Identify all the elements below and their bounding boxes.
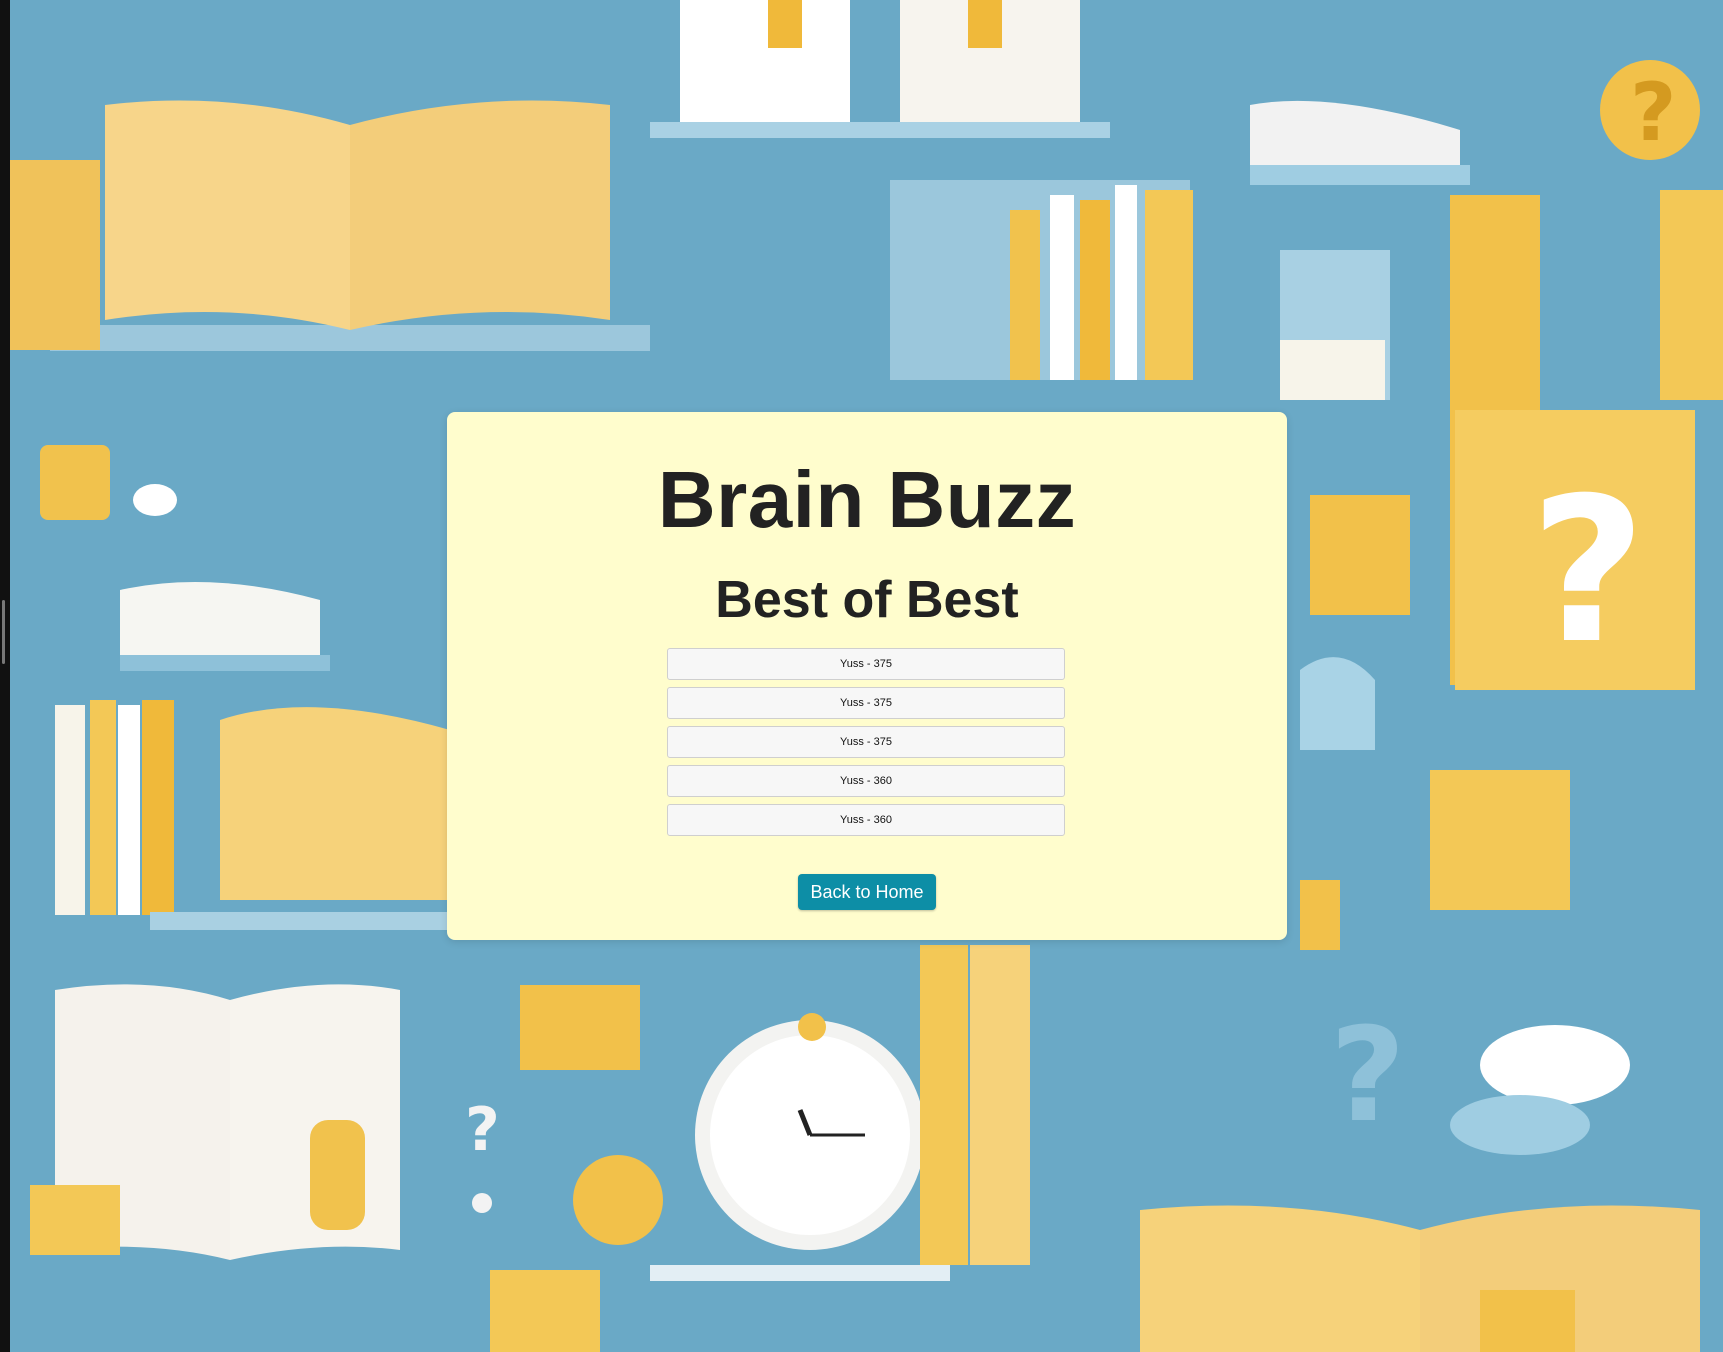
resize-handle[interactable] [2,600,5,664]
score-entry: Yuss - 375 [667,648,1065,680]
svg-text:?: ? [1330,999,1405,1151]
score-entry: Yuss - 375 [667,726,1065,758]
score-entry: Yuss - 360 [667,804,1065,836]
svg-text:?: ? [1630,66,1676,159]
window-edge [0,0,10,1352]
score-entry: Yuss - 375 [667,687,1065,719]
app-title: Brain Buzz [657,455,1077,544]
back-to-home-button[interactable]: Back to Home [798,874,936,910]
svg-text:?: ? [465,1095,500,1165]
svg-text:?: ? [1530,455,1646,688]
leaderboard-heading: Best of Best [715,571,1019,629]
leaderboard-panel: Brain Buzz Best of Best Yuss - 375 Yuss … [447,412,1287,940]
screen: ? ? ? ? Brain Buzz Best of Best Yuss - 3… [0,0,1723,1352]
score-list: Yuss - 375 Yuss - 375 Yuss - 375 Yuss - … [667,648,1067,843]
score-entry: Yuss - 360 [667,765,1065,797]
